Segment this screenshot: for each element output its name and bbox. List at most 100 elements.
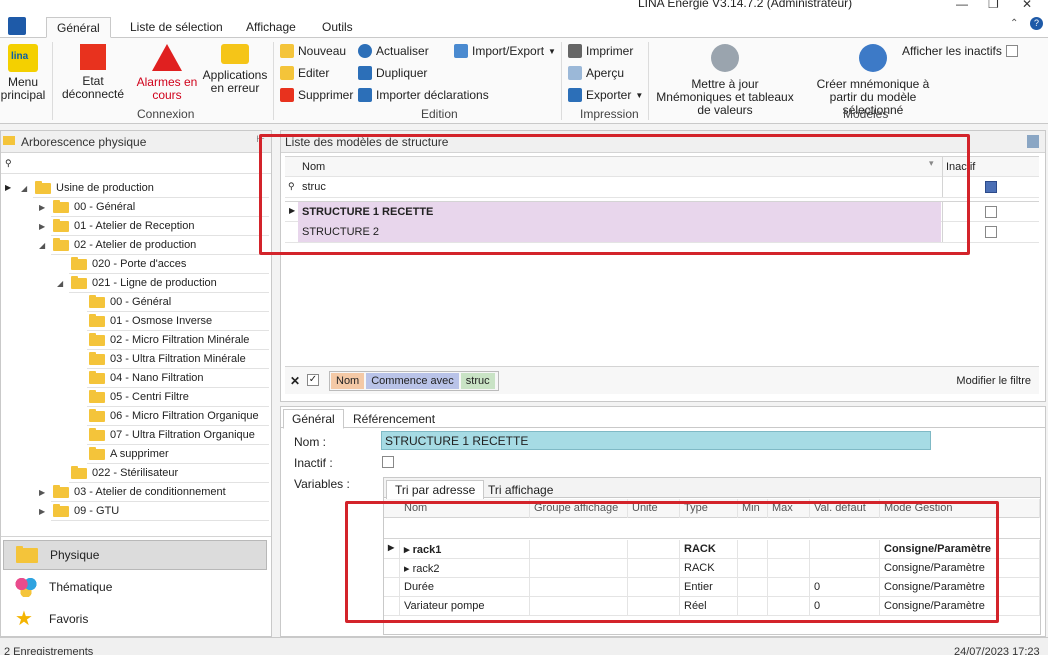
group-edition-label: Edition [421, 107, 458, 121]
row-inactif-checkbox[interactable] [985, 206, 997, 218]
modifier-filtre-link[interactable]: Modifier le filtre [956, 375, 1031, 387]
tree-item[interactable]: 06 - Micro Filtration Organique [1, 407, 271, 426]
filter-inactif-checkbox[interactable] [985, 181, 997, 193]
editer-button[interactable]: Editer [280, 66, 329, 80]
cell-nom: ▸ rack2 [400, 559, 530, 578]
column-header[interactable]: Max [768, 499, 810, 518]
column-header[interactable]: Unite [628, 499, 680, 518]
tree-item[interactable]: ◢ 021 - Ligne de production [1, 274, 271, 293]
cell-mode-gestion: Consigne/Paramètre [880, 540, 1040, 559]
mettre-a-jour-button[interactable]: Mettre à jour Mnémoniques et tableaux de… [654, 44, 796, 117]
tree-item[interactable]: 05 - Centri Filtre [1, 388, 271, 407]
tree-item[interactable]: ▶ 03 - Atelier de conditionnement [1, 483, 271, 502]
exporter-button[interactable]: Exporter ▼ [568, 88, 643, 102]
dupliquer-button[interactable]: Dupliquer [358, 66, 427, 80]
tab-general[interactable]: Général [46, 17, 111, 38]
afficher-inactifs-checkbox[interactable] [1005, 45, 1018, 57]
expand-arrow-icon[interactable]: ▶ [39, 488, 45, 497]
column-header-inactif[interactable]: Inactif [946, 161, 975, 173]
tab-liste-selection[interactable]: Liste de sélection [120, 17, 233, 38]
table-row[interactable]: Durée Entier 0 Consigne/Paramètre [384, 578, 1040, 597]
expand-arrow-icon[interactable]: ▶ [39, 507, 45, 516]
import-export-button[interactable]: Import/Export ▼ [454, 44, 556, 58]
table-row[interactable]: STRUCTURE 2 [285, 222, 1039, 243]
restore-icon[interactable]: ❐ [988, 0, 999, 11]
expand-arrow-icon[interactable]: ▶ [39, 203, 45, 212]
alarmes-button[interactable]: Alarmes en cours [134, 44, 200, 102]
row-inactif-checkbox[interactable] [985, 226, 997, 238]
table-row[interactable]: Variateur pompe Réel 0 Consigne/Paramètre [384, 597, 1040, 616]
column-header[interactable]: Type [680, 499, 738, 518]
column-header-nom[interactable]: Nom [302, 161, 325, 173]
cell-val-defaut [810, 559, 880, 578]
import-icon [358, 88, 372, 102]
tab-detail-general[interactable]: Général [283, 409, 344, 429]
nav-favoris[interactable]: ★ Favoris [3, 604, 267, 634]
tree-item[interactable]: 020 - Porte d'acces [1, 255, 271, 274]
supprimer-button[interactable]: Supprimer [280, 88, 353, 102]
tab-outils[interactable]: Outils [312, 17, 363, 38]
menu-principal-button[interactable]: lina Menu principal [0, 44, 46, 102]
help-icon[interactable]: ? [1030, 17, 1043, 30]
tab-tri-adresse[interactable]: Tri par adresse [386, 480, 485, 500]
minimize-icon[interactable]: — [956, 0, 968, 11]
afficher-inactifs-toggle[interactable]: Afficher les inactifs [902, 44, 1018, 58]
tree-item[interactable]: ◢ Usine de production ▶ [1, 179, 271, 198]
tree-filter-row[interactable]: ⚲ [1, 154, 271, 174]
tree-item[interactable]: 07 - Ultra Filtration Organique [1, 426, 271, 445]
close-icon[interactable]: ✕ [1022, 0, 1032, 11]
filter-expression[interactable]: Nom Commence avec struc [329, 371, 499, 391]
tab-affichage[interactable]: Affichage [236, 17, 306, 38]
tree-item[interactable]: 00 - Général [1, 293, 271, 312]
tab-referencement[interactable]: Référencement [347, 410, 441, 428]
nouveau-button[interactable]: Nouveau [280, 44, 346, 58]
tree-item[interactable]: 02 - Micro Filtration Minérale [1, 331, 271, 350]
column-header[interactable]: Nom [400, 499, 530, 518]
table-row[interactable]: ▶ STRUCTURE 1 RECETTE [285, 201, 1039, 222]
expand-arrow-icon[interactable]: ▶ [39, 222, 45, 231]
column-header[interactable]: Mode Gestion [880, 499, 1040, 518]
tree-item[interactable]: ▶ 01 - Atelier de Reception [1, 217, 271, 236]
collapse-arrow-icon[interactable]: ◢ [57, 279, 63, 288]
collapse-arrow-icon[interactable]: ◢ [39, 241, 45, 250]
home-icon[interactable] [8, 17, 26, 35]
table-row[interactable]: ▸ rack2 RACK Consigne/Paramètre [384, 559, 1040, 578]
inactif-checkbox[interactable] [382, 456, 394, 468]
importer-declarations-button[interactable]: Importer déclarations [358, 88, 489, 102]
pin-icon[interactable]: ⊢ [256, 134, 265, 145]
tree-item-content: 07 - Ultra Filtration Organique [89, 427, 255, 441]
nav-thematique[interactable]: Thématique [3, 572, 267, 602]
tab-tri-affichage[interactable]: Tri affichage [482, 481, 559, 499]
nom-field[interactable]: STRUCTURE 1 RECETTE [381, 431, 931, 450]
filter-icon[interactable]: ▾ [929, 158, 934, 169]
tree-item-content: 06 - Micro Filtration Organique [89, 408, 259, 422]
column-header[interactable]: Val. défaut [810, 499, 880, 518]
tree-item[interactable]: 01 - Osmose Inverse [1, 312, 271, 331]
applications-button[interactable]: Applications en erreur [200, 44, 270, 95]
panel-options-icon[interactable] [1027, 135, 1039, 148]
tree-item[interactable]: 022 - Stérilisateur [1, 464, 271, 483]
actualiser-button[interactable]: Actualiser [358, 44, 429, 58]
etat-button[interactable]: Etat déconnecté [58, 44, 128, 101]
tree-item[interactable]: A supprimer [1, 445, 271, 464]
collapse-ribbon-icon[interactable]: ⌃ [1010, 18, 1018, 29]
folder-icon [89, 294, 105, 308]
tree-item[interactable]: 03 - Ultra Filtration Minérale [1, 350, 271, 369]
collapse-arrow-icon[interactable]: ◢ [21, 184, 27, 193]
tree-item[interactable]: ◢ 02 - Atelier de production [1, 236, 271, 255]
tree-item[interactable]: ▶ 00 - Général [1, 198, 271, 217]
filter-row[interactable]: ⚲ struc [285, 177, 1039, 198]
column-header[interactable]: Min [738, 499, 768, 518]
nav-physique[interactable]: Physique [3, 540, 267, 570]
tree-item[interactable]: 04 - Nano Filtration [1, 369, 271, 388]
ribbon-tab-row: Général Liste de sélection Affichage Out… [0, 14, 1048, 38]
filter-input-nom[interactable]: struc [302, 181, 326, 193]
table-row[interactable]: ▶ ▸ rack1 RACK Consigne/Paramètre [384, 540, 1040, 559]
clear-filter-icon[interactable]: ✕ [290, 374, 300, 388]
apercu-button[interactable]: Aperçu [568, 66, 624, 80]
imprimer-button[interactable]: Imprimer [568, 44, 633, 58]
enable-filter-checkbox[interactable]: ✓ [307, 374, 319, 386]
tree-item[interactable]: ▶ 09 - GTU [1, 502, 271, 521]
column-header[interactable]: Groupe affichage [530, 499, 628, 518]
filter-row[interactable] [384, 519, 1040, 539]
